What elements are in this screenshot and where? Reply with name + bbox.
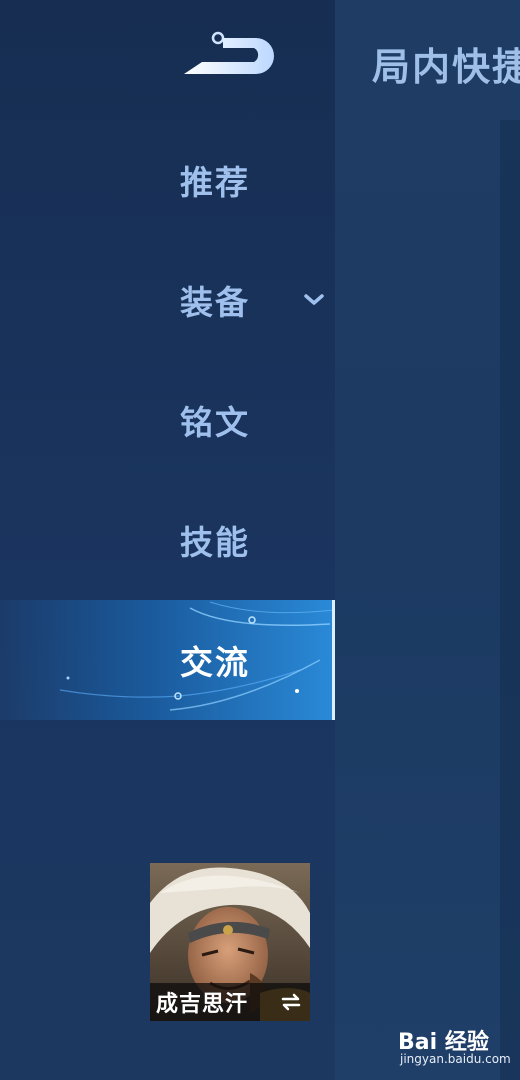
hero-avatar-card[interactable]: 成吉思汗 [150,863,310,1021]
chevron-down-icon[interactable] [303,292,325,308]
page-title: 局内快捷 [372,45,520,89]
nav-item-recommend[interactable]: 推荐 [0,120,335,240]
nav-item-skills[interactable]: 技能 [0,480,335,600]
hero-name: 成吉思汗 [156,992,249,1017]
nav-item-label: 交流 [180,643,250,682]
nav-item-label: 装备 [180,283,250,322]
nav-item-runes[interactable]: 铭文 [0,360,335,480]
content-panel-edge [500,120,520,1080]
nav-item-chat[interactable]: 交流 [0,600,335,720]
baidu-watermark: Bai 经验 jingyan.baidu.com [398,1024,518,1074]
hero-caption: 成吉思汗 [150,983,310,1021]
active-indicator [332,600,335,720]
main-content [335,0,520,1080]
nav-item-equipment[interactable]: 装备 [0,240,335,360]
nav-item-label: 推荐 [180,163,250,202]
active-tab-decoration [59,601,335,711]
nav-item-label: 铭文 [180,403,250,442]
back-button[interactable] [180,28,280,83]
nav-item-label: 技能 [180,523,250,562]
watermark-url: jingyan.baidu.com [400,1052,511,1066]
back-arrow-icon [184,31,274,74]
swap-icon[interactable] [280,993,302,1011]
